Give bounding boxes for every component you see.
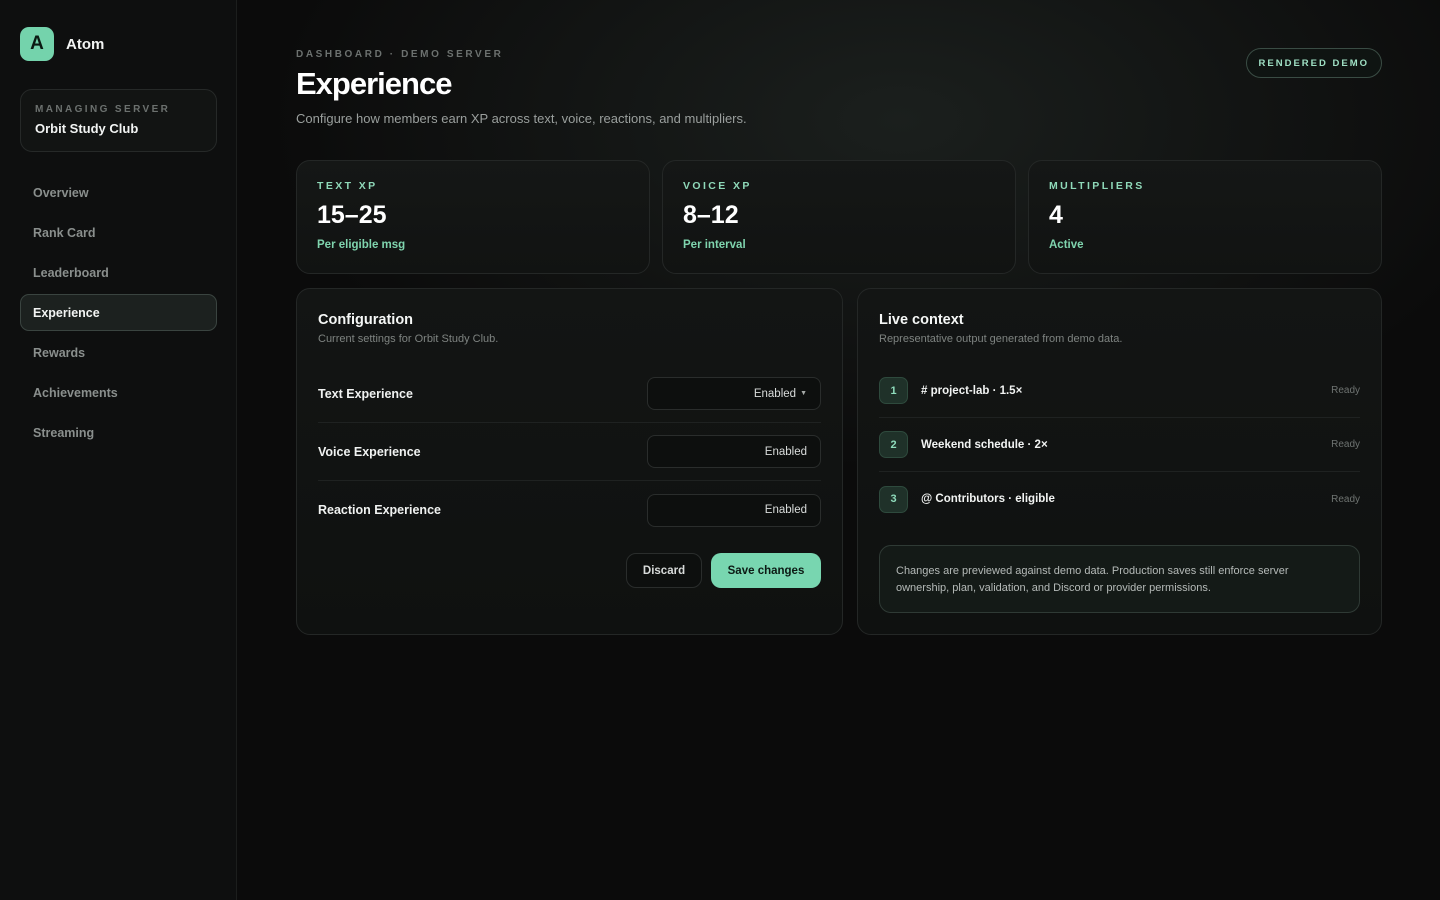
server-name: Orbit Study Club (35, 121, 139, 136)
voice-experience-select[interactable]: Enabled (647, 435, 821, 468)
save-changes-button[interactable]: Save changes (711, 553, 821, 588)
config-label: Text Experience (318, 386, 413, 401)
text-experience-select[interactable]: Enabled ▼ (647, 377, 821, 410)
page-subtitle: Configure how members earn XP across tex… (296, 111, 747, 126)
brand-logo-icon: A (20, 27, 54, 61)
status-badge: Ready (1331, 493, 1360, 505)
page-title: Experience (296, 66, 452, 101)
sidebar-item-rank-card[interactable]: Rank Card (20, 214, 217, 251)
select-value: Enabled (764, 504, 807, 516)
status-badge: Ready (1331, 439, 1360, 450)
list-item: 1 # project-lab · 1.5× Ready (879, 364, 1360, 418)
config-row-text-experience: Text Experience Enabled ▼ (318, 365, 821, 423)
item-number-badge: 3 (879, 485, 908, 513)
stat-card-multipliers: MULTIPLIERS 4 Active (1028, 160, 1382, 274)
rendered-demo-badge: RENDERED DEMO (1245, 48, 1382, 78)
select-value: Enabled (764, 445, 807, 458)
config-label: Reaction Experience (318, 503, 441, 517)
reaction-experience-select[interactable]: Enabled (647, 493, 821, 527)
stat-value: 15–25 (317, 201, 387, 229)
discard-button[interactable]: Discard (626, 553, 702, 588)
sidebar-item-rewards[interactable]: Rewards (20, 334, 217, 371)
brand-name: Atom (66, 35, 105, 53)
caret-down-icon: ▼ (800, 390, 807, 397)
stat-card-text-xp: TEXT XP 15–25 Per eligible msg (296, 160, 650, 274)
sidebar: A Atom MANAGING SERVER Orbit Study Club … (0, 0, 237, 900)
stat-sub: Per eligible msg (317, 239, 406, 251)
configuration-panel: Configuration Current settings for Orbit… (296, 288, 843, 635)
stat-label: MULTIPLIERS (1049, 180, 1145, 192)
configuration-title: Configuration (318, 312, 414, 328)
stat-sub: Active (1049, 239, 1084, 251)
list-item: 3 @ Contributors · eligible Ready (879, 472, 1360, 526)
item-text: # project-lab · 1.5× (921, 384, 1023, 397)
sidebar-nav: Overview Rank Card Leaderboard Experienc… (20, 174, 217, 454)
list-item: 2 Weekend schedule · 2× Ready (879, 418, 1360, 472)
sidebar-item-leaderboard[interactable]: Leaderboard (20, 254, 217, 291)
status-badge: Ready (1331, 385, 1360, 396)
stat-sub: Per interval (683, 239, 746, 251)
item-number-badge: 1 (879, 377, 908, 404)
config-row-reaction-experience: Reaction Experience Enabled (318, 481, 821, 539)
stat-value: 4 (1049, 201, 1063, 229)
stat-value: 8–12 (683, 201, 739, 229)
stat-label: VOICE XP (683, 180, 752, 192)
stat-label: TEXT XP (317, 180, 378, 192)
live-context-title: Live context (879, 312, 964, 328)
configuration-description: Current settings for Orbit Study Club. (318, 333, 499, 345)
item-text: @ Contributors · eligible (921, 493, 1055, 505)
demo-notice: Changes are previewed against demo data.… (879, 545, 1360, 613)
stat-card-voice-xp: VOICE XP 8–12 Per interval (662, 160, 1016, 274)
sidebar-item-experience[interactable]: Experience (20, 294, 217, 331)
server-label: MANAGING SERVER (35, 104, 171, 115)
config-label: Voice Experience (318, 444, 421, 459)
stats-row: TEXT XP 15–25 Per eligible msg VOICE XP … (296, 160, 1382, 274)
breadcrumb: DASHBOARD · DEMO SERVER (296, 49, 504, 60)
sidebar-item-overview[interactable]: Overview (20, 174, 217, 211)
server-selector[interactable]: MANAGING SERVER Orbit Study Club (20, 89, 217, 152)
item-text: Weekend schedule · 2× (921, 438, 1048, 451)
sidebar-item-streaming[interactable]: Streaming (20, 414, 217, 451)
item-number-badge: 2 (879, 431, 908, 458)
live-context-panel: Live context Representative output gener… (857, 288, 1382, 635)
config-row-voice-experience: Voice Experience Enabled (318, 423, 821, 481)
brand[interactable]: A Atom (20, 27, 104, 61)
sidebar-item-achievements[interactable]: Achievements (20, 374, 217, 411)
live-context-description: Representative output generated from dem… (879, 333, 1123, 345)
select-value: Enabled (753, 387, 797, 400)
